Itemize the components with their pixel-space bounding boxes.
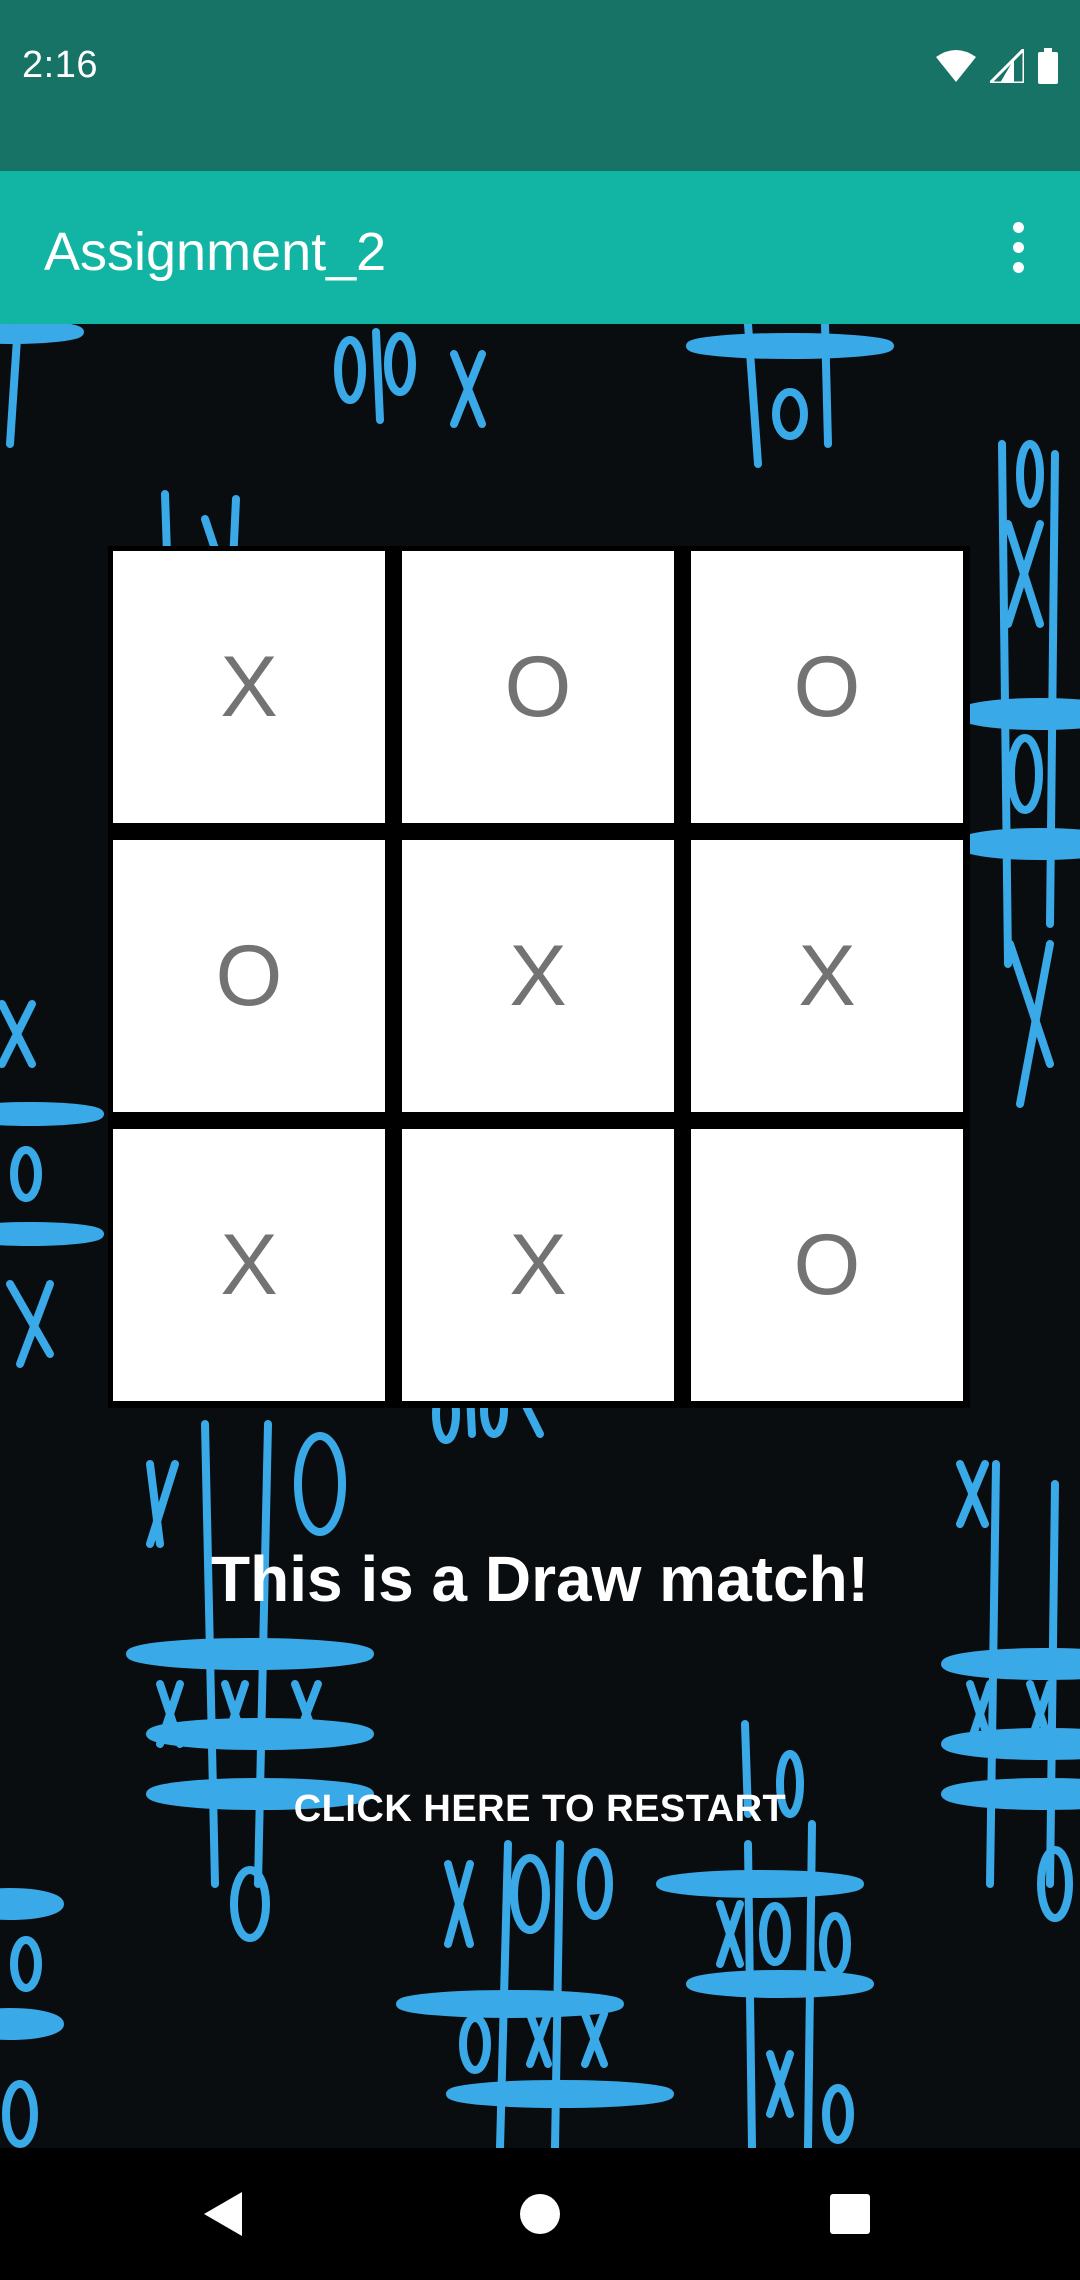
navigation-bar <box>0 2148 1080 2280</box>
game-screen: X O O O X X X X O This is a Draw match! … <box>0 324 1080 2148</box>
result-message: This is a Draw match! <box>211 1543 869 1615</box>
board-cell-1[interactable]: X <box>113 551 385 823</box>
board-cell-6[interactable]: X <box>691 840 963 1112</box>
board-cell-3[interactable]: O <box>691 551 963 823</box>
battery-icon <box>1038 48 1058 84</box>
wifi-icon <box>936 50 976 82</box>
status-icons <box>936 48 1058 84</box>
status-bar: 2:16 <box>0 0 1080 171</box>
board-cell-5[interactable]: X <box>402 840 674 1112</box>
restart-button[interactable]: CLICK HERE TO RESTART <box>276 1754 804 1864</box>
tic-tac-toe-board: X O O O X X X X O <box>108 546 970 1408</box>
board-cell-7[interactable]: X <box>113 1129 385 1401</box>
board-cell-4[interactable]: O <box>113 840 385 1112</box>
menu-dot <box>1012 241 1024 253</box>
home-icon[interactable] <box>504 2178 576 2250</box>
back-icon[interactable] <box>190 2178 262 2250</box>
menu-dot <box>1012 261 1024 273</box>
app-bar: Assignment_2 <box>0 171 1080 324</box>
cell-signal-icon <box>990 49 1024 83</box>
board-cell-9[interactable]: O <box>691 1129 963 1401</box>
status-time: 2:16 <box>22 44 98 86</box>
more-vert-icon[interactable] <box>978 207 1058 287</box>
board-cell-2[interactable]: O <box>402 551 674 823</box>
app-title: Assignment_2 <box>44 222 387 282</box>
recents-icon[interactable] <box>814 2178 886 2250</box>
menu-dot <box>1012 221 1024 233</box>
board-cell-8[interactable]: X <box>402 1129 674 1401</box>
